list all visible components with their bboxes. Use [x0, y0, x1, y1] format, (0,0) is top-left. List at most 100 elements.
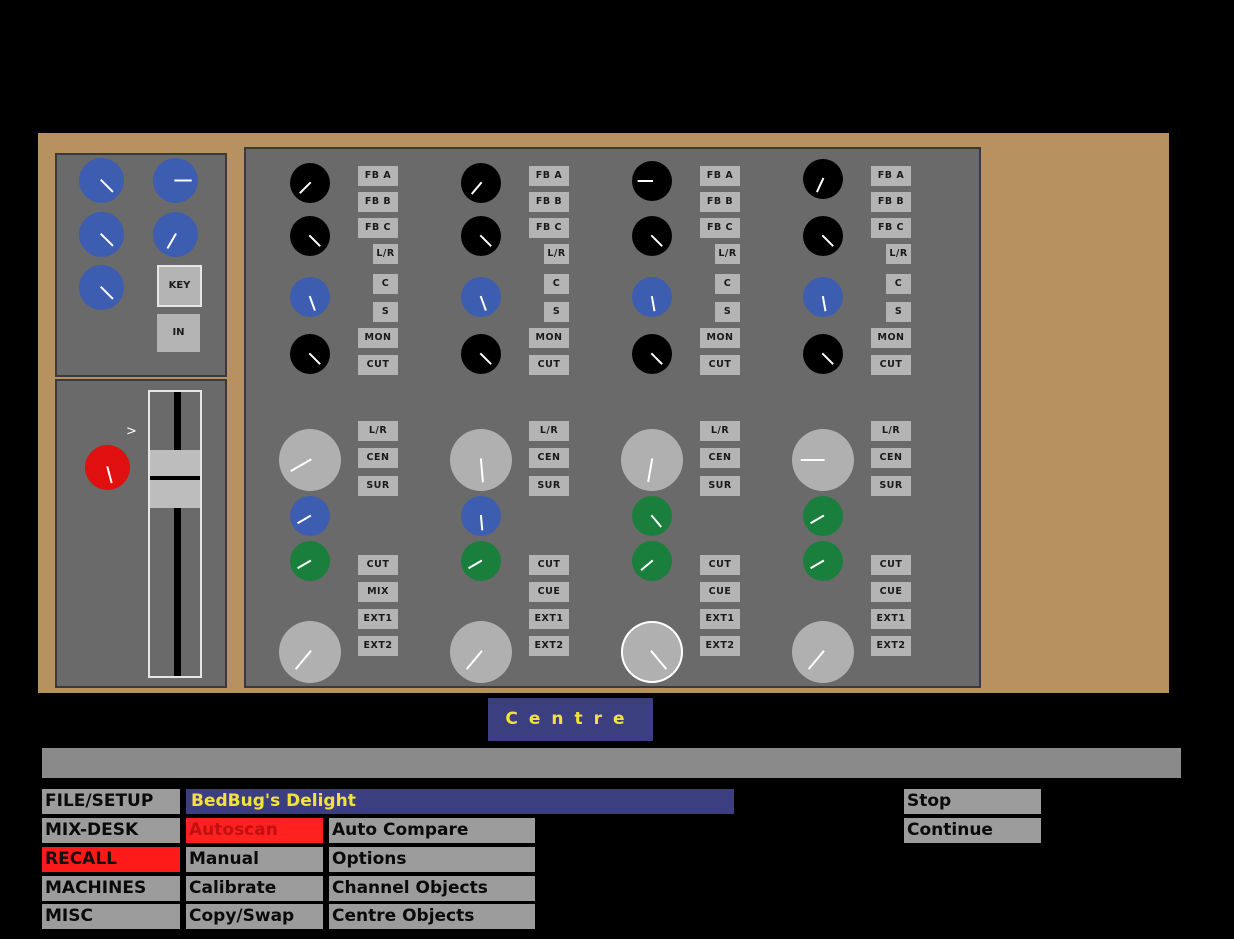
channel-3-knob-4[interactable]: [632, 334, 672, 374]
channel-1-route-4-button[interactable]: EXT2: [358, 636, 398, 656]
channel-1-knob-5[interactable]: [279, 429, 341, 491]
channel-2-fb-a-button[interactable]: FB A: [529, 166, 569, 186]
option-channel-objects[interactable]: Channel Objects: [329, 876, 535, 901]
channel-4-sur-button[interactable]: SUR: [871, 476, 911, 496]
master-fader[interactable]: [148, 390, 202, 678]
channel-1-knob-8[interactable]: [279, 621, 341, 683]
channel-1-sur-button[interactable]: SUR: [358, 476, 398, 496]
in-button[interactable]: IN: [157, 314, 200, 352]
channel-2-lr-button[interactable]: L/R: [544, 244, 569, 264]
channel-1-cut-button[interactable]: CUT: [358, 355, 398, 375]
channel-4-route-4-button[interactable]: EXT2: [871, 636, 911, 656]
menu-misc[interactable]: MISC: [42, 904, 180, 929]
channel-2-fb-b-button[interactable]: FB B: [529, 192, 569, 212]
channel-4-c-button[interactable]: C: [886, 274, 911, 294]
channel-2-knob-8[interactable]: [450, 621, 512, 683]
channel-4-route-2-button[interactable]: CUE: [871, 582, 911, 602]
channel-3-pan-lr-button[interactable]: L/R: [700, 421, 740, 441]
channel-2-knob-6[interactable]: [461, 496, 501, 536]
channel-1-cen-button[interactable]: CEN: [358, 448, 398, 468]
channel-2-sur-button[interactable]: SUR: [529, 476, 569, 496]
channel-4-cen-button[interactable]: CEN: [871, 448, 911, 468]
channel-4-knob-4[interactable]: [803, 334, 843, 374]
channel-3-sur-button[interactable]: SUR: [700, 476, 740, 496]
channel-2-route-4-button[interactable]: EXT2: [529, 636, 569, 656]
master-gain-knob[interactable]: [84, 444, 130, 490]
channel-1-route-2-button[interactable]: MIX: [358, 582, 398, 602]
channel-3-route-4-button[interactable]: EXT2: [700, 636, 740, 656]
channel-2-knob-4[interactable]: [461, 334, 501, 374]
channel-2-knob-1[interactable]: [461, 163, 501, 203]
channel-1-knob-6[interactable]: [290, 496, 330, 536]
channel-1-knob-3[interactable]: [290, 277, 330, 317]
fader-cap-handle[interactable]: [150, 450, 200, 508]
channel-4-knob-1[interactable]: [803, 159, 843, 199]
channel-3-s-button[interactable]: S: [715, 302, 740, 322]
channel-3-cut-button[interactable]: CUT: [700, 355, 740, 375]
key-button[interactable]: KEY: [157, 265, 202, 307]
channel-1-knob-4[interactable]: [290, 334, 330, 374]
channel-4-knob-5[interactable]: [792, 429, 854, 491]
channel-3-route-3-button[interactable]: EXT1: [700, 609, 740, 629]
channel-4-knob-7[interactable]: [803, 541, 843, 581]
channel-1-knob-2[interactable]: [290, 216, 330, 256]
channel-3-knob-7[interactable]: [632, 541, 672, 581]
recall-manual[interactable]: Manual: [186, 847, 323, 872]
channel-3-knob-6[interactable]: [632, 496, 672, 536]
channel-2-fb-c-button[interactable]: FB C: [529, 218, 569, 238]
channel-1-knob-7[interactable]: [290, 541, 330, 581]
channel-4-cut-button[interactable]: CUT: [871, 355, 911, 375]
channel-3-knob-5[interactable]: [621, 429, 683, 491]
channel-2-mon-button[interactable]: MON: [529, 328, 569, 348]
channel-3-c-button[interactable]: C: [715, 274, 740, 294]
channel-3-route-1-button[interactable]: CUT: [700, 555, 740, 575]
channel-3-fb-c-button[interactable]: FB C: [700, 218, 740, 238]
channel-4-lr-button[interactable]: L/R: [886, 244, 911, 264]
recall-calibrate[interactable]: Calibrate: [186, 876, 323, 901]
recall-copy-swap[interactable]: Copy/Swap: [186, 904, 323, 929]
channel-2-knob-5[interactable]: [450, 429, 512, 491]
channel-2-knob-3[interactable]: [461, 277, 501, 317]
menu-file-setup[interactable]: FILE/SETUP: [42, 789, 180, 814]
channel-2-cut-button[interactable]: CUT: [529, 355, 569, 375]
channel-4-s-button[interactable]: S: [886, 302, 911, 322]
channel-2-knob-2[interactable]: [461, 216, 501, 256]
channel-4-mon-button[interactable]: MON: [871, 328, 911, 348]
channel-1-fb-c-button[interactable]: FB C: [358, 218, 398, 238]
channel-4-knob-8[interactable]: [792, 621, 854, 683]
channel-4-fb-a-button[interactable]: FB A: [871, 166, 911, 186]
channel-2-knob-7[interactable]: [461, 541, 501, 581]
menu-mix-desk[interactable]: MIX-DESK: [42, 818, 180, 843]
channel-4-fb-c-button[interactable]: FB C: [871, 218, 911, 238]
aux-knob-2[interactable]: [152, 157, 198, 203]
channel-1-route-1-button[interactable]: CUT: [358, 555, 398, 575]
menu-recall[interactable]: RECALL: [42, 847, 180, 872]
channel-4-pan-lr-button[interactable]: L/R: [871, 421, 911, 441]
aux-knob-1[interactable]: [78, 157, 124, 203]
channel-2-route-3-button[interactable]: EXT1: [529, 609, 569, 629]
channel-2-s-button[interactable]: S: [544, 302, 569, 322]
continue-button[interactable]: Continue: [904, 818, 1041, 843]
channel-1-fb-b-button[interactable]: FB B: [358, 192, 398, 212]
channel-3-mon-button[interactable]: MON: [700, 328, 740, 348]
channel-3-knob-8[interactable]: [621, 621, 683, 683]
recall-autoscan[interactable]: Autoscan: [186, 818, 323, 843]
channel-2-c-button[interactable]: C: [544, 274, 569, 294]
channel-2-route-2-button[interactable]: CUE: [529, 582, 569, 602]
aux-knob-3[interactable]: [78, 211, 124, 257]
option-centre-objects[interactable]: Centre Objects: [329, 904, 535, 929]
channel-4-knob-3[interactable]: [803, 277, 843, 317]
channel-4-fb-b-button[interactable]: FB B: [871, 192, 911, 212]
channel-3-route-2-button[interactable]: CUE: [700, 582, 740, 602]
menu-machines[interactable]: MACHINES: [42, 876, 180, 901]
channel-4-route-3-button[interactable]: EXT1: [871, 609, 911, 629]
channel-4-knob-6[interactable]: [803, 496, 843, 536]
channel-3-lr-button[interactable]: L/R: [715, 244, 740, 264]
channel-1-mon-button[interactable]: MON: [358, 328, 398, 348]
channel-1-s-button[interactable]: S: [373, 302, 398, 322]
channel-4-route-1-button[interactable]: CUT: [871, 555, 911, 575]
stop-button[interactable]: Stop: [904, 789, 1041, 814]
channel-1-pan-lr-button[interactable]: L/R: [358, 421, 398, 441]
channel-3-knob-1[interactable]: [632, 161, 672, 201]
channel-3-fb-b-button[interactable]: FB B: [700, 192, 740, 212]
